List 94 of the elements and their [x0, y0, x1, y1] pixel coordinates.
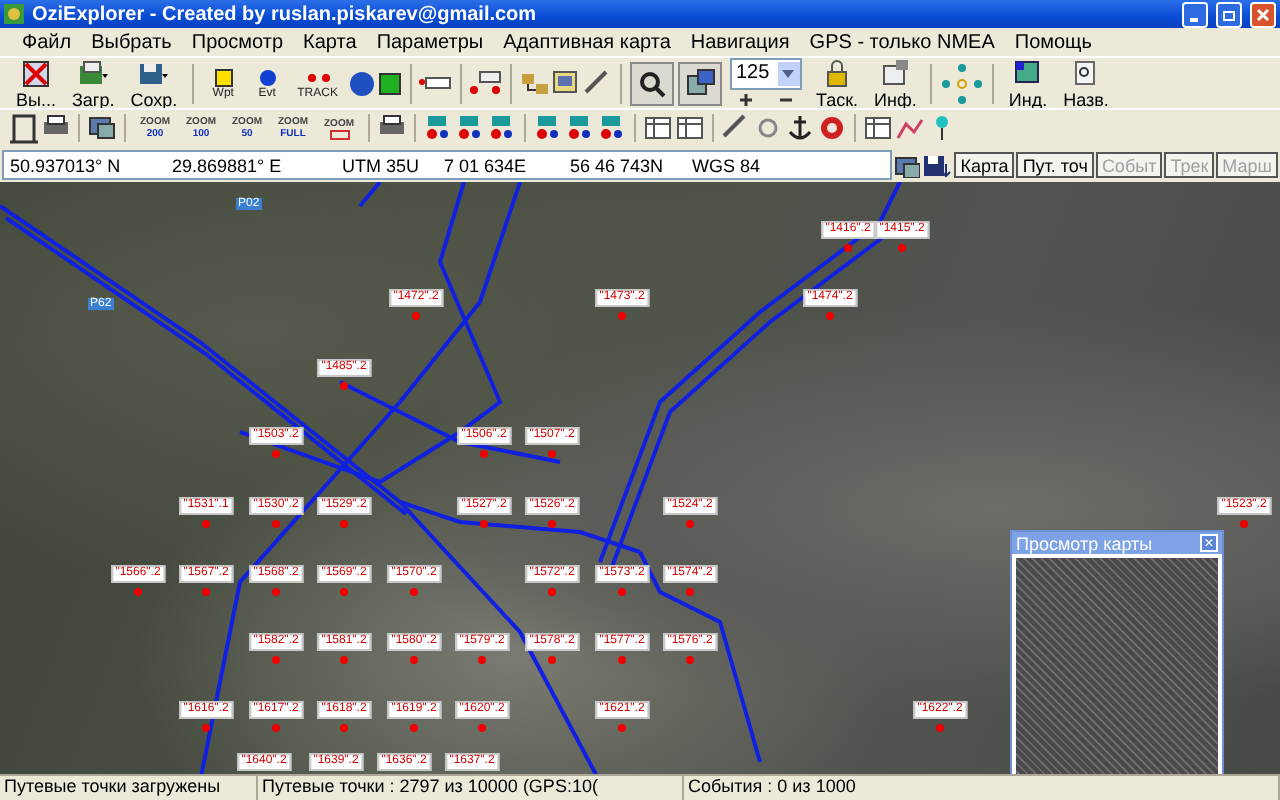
- waypoint-dot[interactable]: [272, 656, 280, 664]
- waypoint-dot[interactable]: [340, 382, 348, 390]
- toolbar-button[interactable]: Сохр.: [124, 55, 184, 111]
- waypoint-dot[interactable]: [1240, 520, 1248, 528]
- restore-button[interactable]: [1216, 1, 1242, 27]
- waypoint-dot[interactable]: [548, 450, 556, 458]
- waypoint-dot[interactable]: [410, 588, 418, 596]
- waypoint-dot[interactable]: [412, 312, 420, 320]
- waypoint-dot[interactable]: [340, 588, 348, 596]
- waypoint-dot[interactable]: [548, 656, 556, 664]
- window-icon: [549, 67, 582, 99]
- toolbar-button[interactable]: Загр.: [65, 55, 121, 111]
- exit-icon: [19, 57, 52, 89]
- waypoint-dot[interactable]: [936, 724, 944, 732]
- waypoint-dot[interactable]: [134, 588, 142, 596]
- window-title: OziExplorer - Created by ruslan.piskarev@gmail.com: [32, 3, 539, 25]
- menu-item[interactable]: Просмотр: [181, 31, 294, 53]
- close-button[interactable]: [1250, 1, 1276, 27]
- search-icon: [635, 67, 668, 99]
- menu-item[interactable]: Навигация: [680, 31, 800, 53]
- waypoint-dot[interactable]: [202, 724, 210, 732]
- waypoint-dot[interactable]: [480, 520, 488, 528]
- anchor-icon: [784, 112, 816, 144]
- menu-item[interactable]: Адаптивная карта: [493, 31, 681, 53]
- toolbar-button[interactable]: Таск.: [809, 55, 865, 111]
- square-icon: [209, 64, 238, 88]
- overview-title: Просмотр карты: [1016, 533, 1153, 553]
- toolbar-button[interactable]: Вы...: [10, 55, 62, 111]
- plus-icon: [735, 89, 756, 109]
- waypoint-dot[interactable]: [202, 588, 210, 596]
- waypoint-dot[interactable]: [340, 656, 348, 664]
- screen-icon: [892, 152, 921, 178]
- move-icon: [467, 67, 504, 99]
- waypoint-dot[interactable]: [340, 724, 348, 732]
- lifebuoy-icon: [816, 112, 848, 144]
- waypoint-dot[interactable]: [618, 724, 626, 732]
- waypoint-dot[interactable]: [478, 656, 486, 664]
- app-icon: [4, 4, 24, 24]
- waypoint-dot[interactable]: [686, 520, 694, 528]
- close-button[interactable]: ×: [1200, 534, 1218, 552]
- position-field: 50.937013° N 29.869881° E UTM 35U 7 01 634E 56 46 743N WGS 84: [2, 150, 893, 180]
- map-tab[interactable]: Пут. точ: [1016, 152, 1094, 178]
- waypoint-dot[interactable]: [548, 588, 556, 596]
- screen-icon: [86, 112, 118, 144]
- restore-icon: [1222, 7, 1236, 21]
- toolbar-button[interactable]: Инд.: [1002, 55, 1054, 111]
- waypoint-dot[interactable]: [272, 724, 280, 732]
- waypoint-dot[interactable]: [844, 244, 852, 252]
- waypoint-dot[interactable]: [898, 244, 906, 252]
- toolbar-button[interactable]: Назв.: [1057, 55, 1115, 111]
- menu-item[interactable]: Карта: [293, 31, 367, 53]
- waypoint-dot[interactable]: [618, 588, 626, 596]
- menu-item[interactable]: Параметры: [366, 31, 494, 53]
- waypoint-dot[interactable]: [618, 312, 626, 320]
- table-icon: [862, 112, 894, 144]
- waypoint-dot[interactable]: [618, 656, 626, 664]
- view-toggle-button[interactable]: [629, 61, 674, 105]
- waypoint-dot[interactable]: [686, 588, 694, 596]
- menu-item[interactable]: Помощь: [1004, 31, 1102, 53]
- lock-icon: [821, 57, 853, 89]
- waypoint-dot[interactable]: [478, 724, 486, 732]
- minimize-button[interactable]: [1182, 1, 1208, 27]
- waypoint-dot[interactable]: [340, 520, 348, 528]
- menu-item[interactable]: Выбрать: [81, 31, 182, 53]
- toolbar-button[interactable]: Инф.: [868, 55, 923, 111]
- rectangle-icon: [329, 129, 349, 139]
- status-text: События : 0 из 1000: [684, 776, 1280, 800]
- waypoint-dot[interactable]: [686, 656, 694, 664]
- map-tab[interactable]: Карта: [954, 152, 1015, 178]
- disk-download-icon: [920, 152, 953, 178]
- menu-item[interactable]: GPS - только NMEA: [799, 31, 1005, 53]
- view-toggle-button[interactable]: [677, 61, 722, 105]
- folder-icon: [77, 57, 110, 89]
- menu-item[interactable]: Файл: [12, 31, 82, 53]
- waypoint-dot[interactable]: [202, 520, 210, 528]
- waypoint-dot[interactable]: [272, 520, 280, 528]
- waypoint-dot[interactable]: [480, 450, 488, 458]
- overview-map-icon: [683, 67, 716, 99]
- waypoint-dot[interactable]: [826, 312, 834, 320]
- status-text: Путевые точки загружены: [0, 776, 258, 800]
- waypoint-dot[interactable]: [272, 588, 280, 596]
- filled-square-icon: [375, 69, 404, 97]
- waypoint-dot[interactable]: [410, 724, 418, 732]
- waypoint-dot[interactable]: [410, 656, 418, 664]
- dropdown-caret-icon: [782, 69, 795, 77]
- waypoint-dot[interactable]: [272, 450, 280, 458]
- waypoint-dot[interactable]: [548, 520, 556, 528]
- table-icon: [642, 112, 674, 144]
- arrows-pad-icon: [938, 61, 987, 105]
- status-text: Путевые точки : 2797 из 10000 (GPS:10(: [258, 776, 684, 800]
- info-window-icon: [879, 57, 912, 89]
- close-icon: [1256, 7, 1270, 21]
- zoom-combo[interactable]: 125: [729, 57, 802, 89]
- table-icon: [674, 112, 706, 144]
